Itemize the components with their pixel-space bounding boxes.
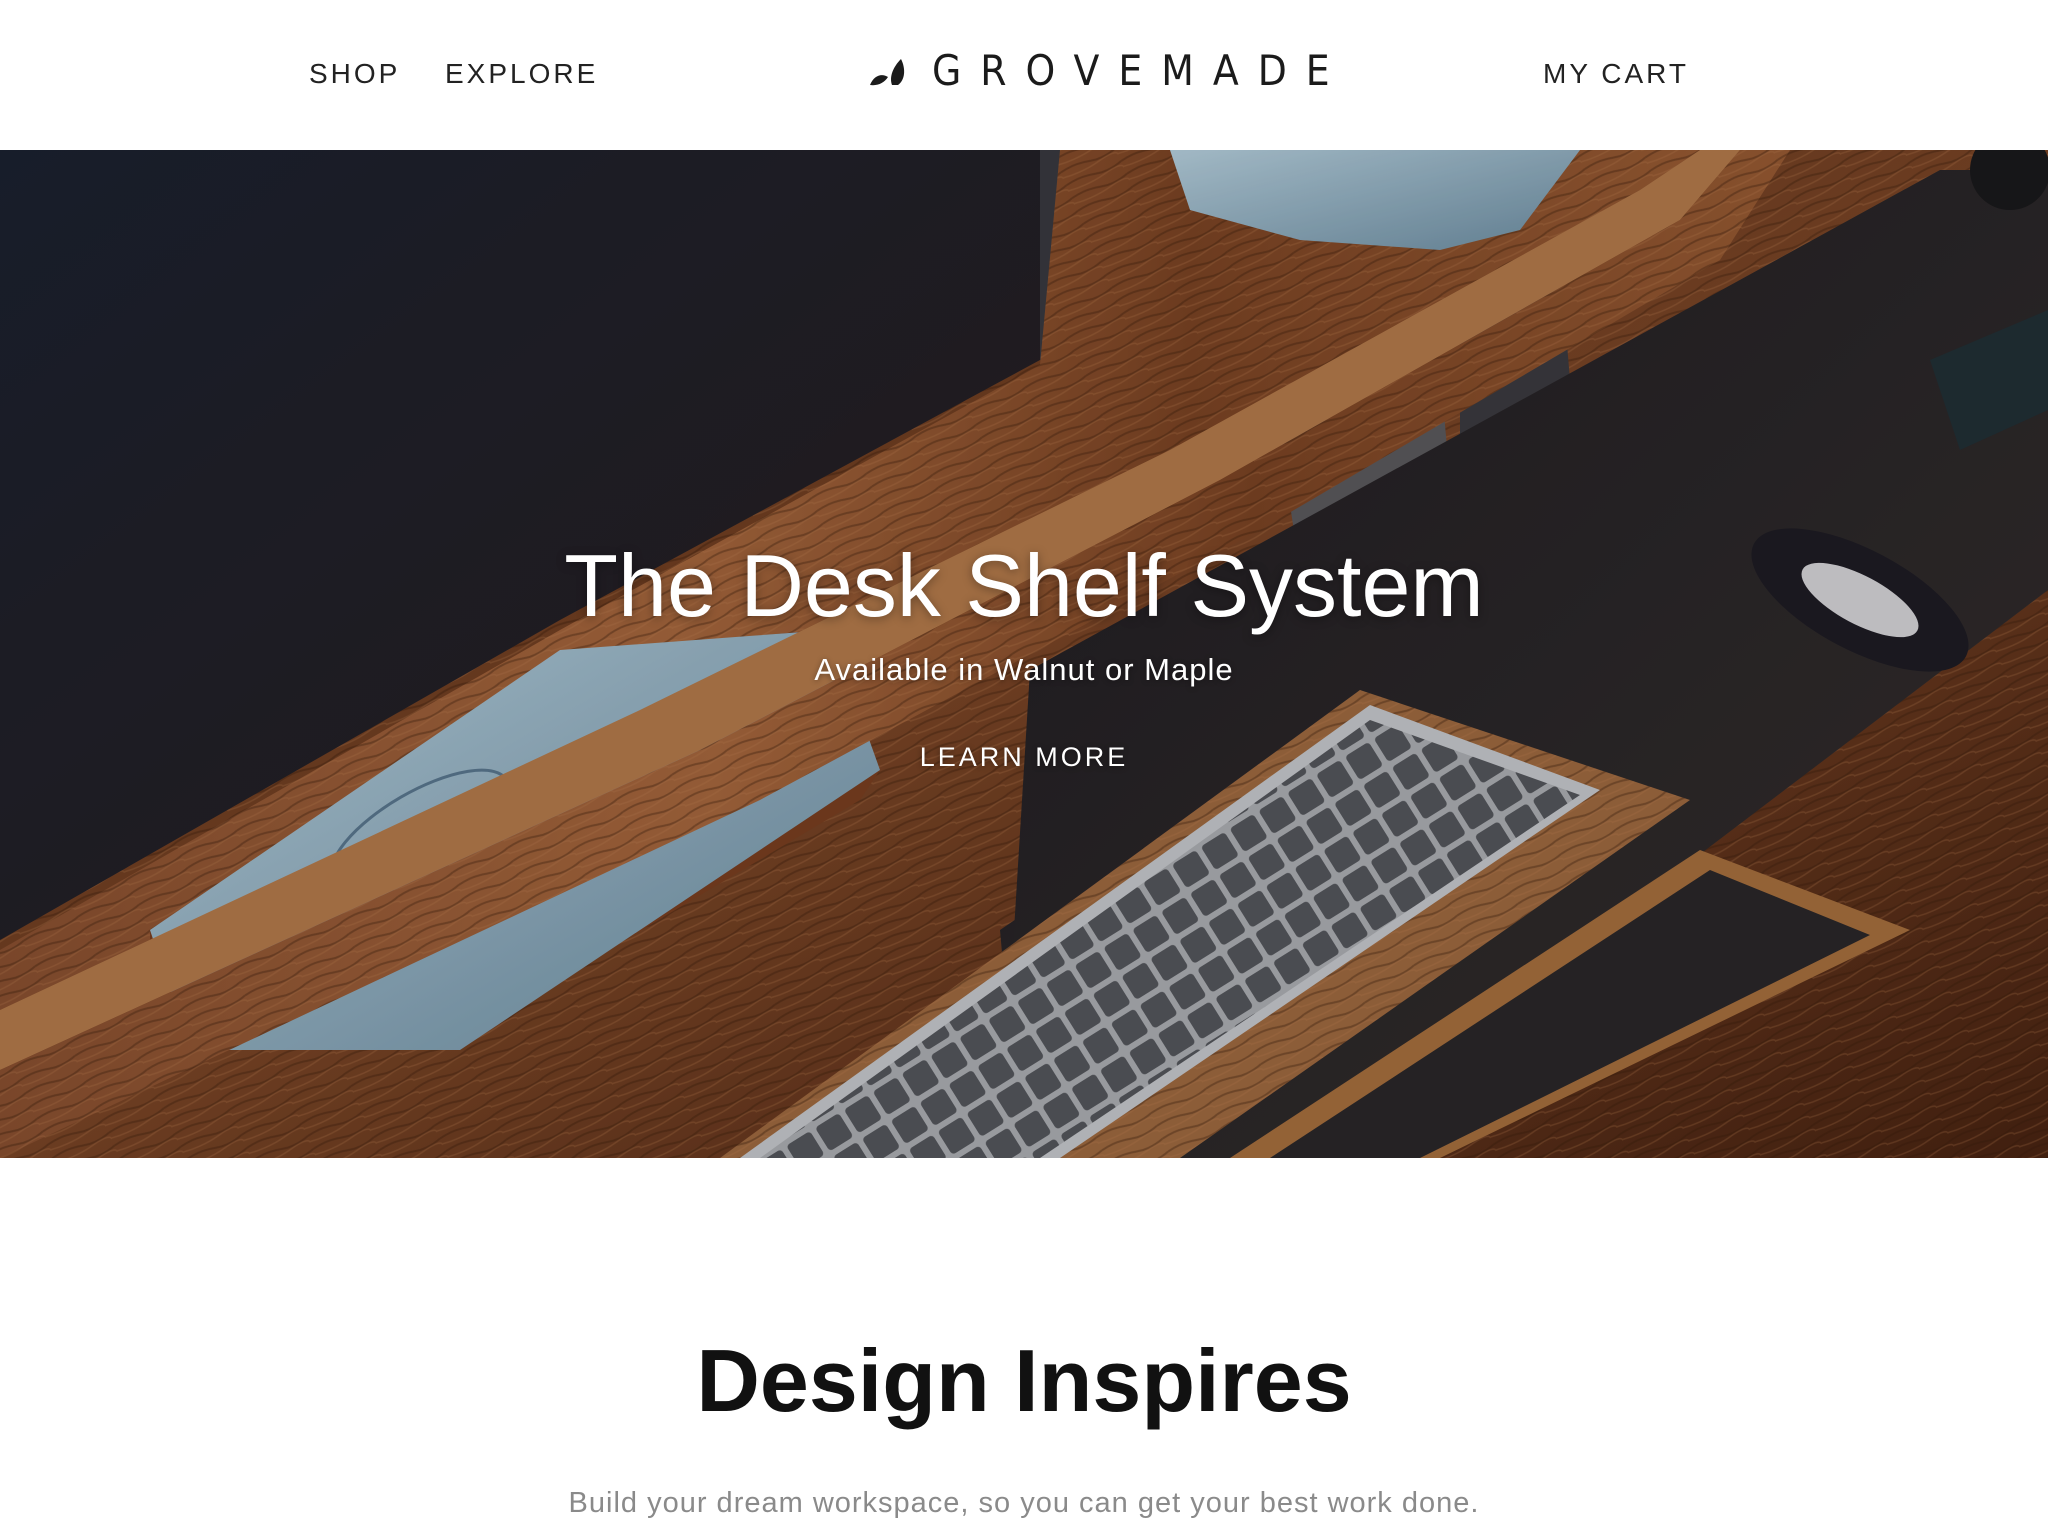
- nav-explore-link[interactable]: EXPLORE: [445, 58, 598, 90]
- section-description: Build your dream workspace, so you can g…: [568, 1487, 1480, 1519]
- hero-subtitle: Available in Walnut or Maple: [814, 652, 1234, 687]
- grovemade-logo[interactable]: GROVEMADE: [868, 48, 1349, 94]
- hero-banner: The Desk Shelf System Available in Walnu…: [0, 150, 2048, 1158]
- my-cart-link[interactable]: MY CART: [1543, 58, 1689, 90]
- leaf-logo-icon: [870, 59, 905, 86]
- hero-title: The Desk Shelf System: [564, 536, 1484, 635]
- nav-shop-link[interactable]: SHOP: [309, 58, 400, 90]
- logo-wordmark: GROVEMADE: [932, 46, 1349, 95]
- learn-more-link[interactable]: LEARN MORE: [874, 742, 1174, 773]
- site-header: SHOP EXPLORE GROVEMADE MY CART: [0, 0, 2048, 150]
- section-title: Design Inspires: [696, 1331, 1352, 1430]
